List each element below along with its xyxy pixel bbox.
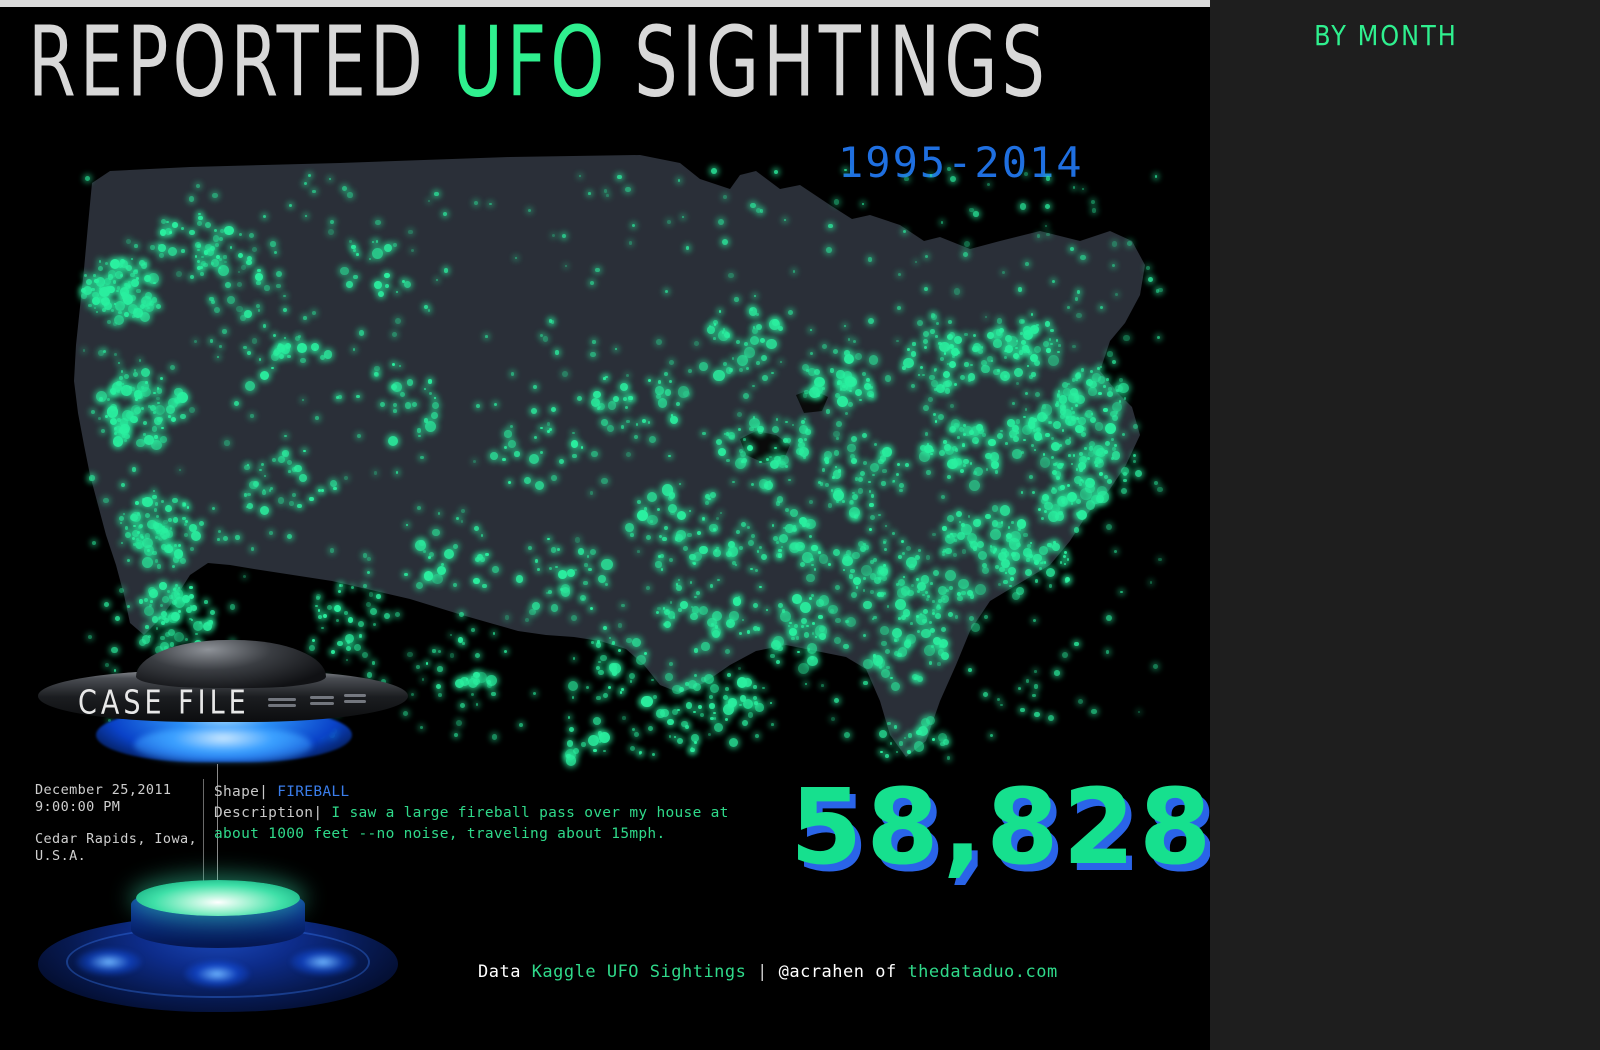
pedestal-lamp xyxy=(290,948,356,976)
case-time: 9:00:00 PM xyxy=(35,799,121,815)
case-description-row: Description| I saw a large fireball pass… xyxy=(214,803,774,824)
saucer-underglow-core xyxy=(134,728,312,762)
heatmaps-panel: BY MONTH JFMAMJJASOND 12am1am2am3am4am5a… xyxy=(1210,0,1600,1050)
footer-credits: Data Kaggle UFO Sightings | @acrahen of … xyxy=(478,962,1058,982)
case-country: U.S.A. xyxy=(35,848,87,864)
case-file-saucer: CASE FILE xyxy=(38,636,408,771)
title-suffix: SIGHTINGS xyxy=(608,6,1050,120)
saucer-vent xyxy=(310,696,334,699)
footer-website-link[interactable]: thedataduo.com xyxy=(907,962,1057,982)
description-line-1: I saw a large fireball pass over my hous… xyxy=(331,805,729,821)
saucer-dome xyxy=(136,640,326,688)
case-report: Shape| FIREBALL Description| I saw a lar… xyxy=(214,782,774,845)
description-label: Description| xyxy=(214,805,323,821)
case-meta: December 25,2011 9:00:00 PM Cedar Rapids… xyxy=(35,782,200,865)
saucer-vent xyxy=(310,702,334,705)
title-highlight: UFO xyxy=(452,6,609,120)
case-file-badge: CASE FILE xyxy=(78,684,250,722)
case-date: December 25,2011 xyxy=(35,782,172,798)
footer-separator: | xyxy=(746,962,779,982)
case-city: Cedar Rapids, Iowa, xyxy=(35,831,198,847)
pedestal-lamp xyxy=(184,960,250,988)
poster-panel: REPORTED UFO SIGHTINGS 1995-2014 CASE FI… xyxy=(0,0,1210,1050)
saucer-vent xyxy=(268,698,296,701)
page-title: REPORTED UFO SIGHTINGS xyxy=(28,8,1175,118)
footer-source: Kaggle UFO Sightings xyxy=(531,962,747,982)
pedestal-lamp xyxy=(76,948,142,976)
case-shape-row: Shape| FIREBALL xyxy=(214,782,774,803)
by-month-title: BY MONTH xyxy=(1314,19,1458,53)
total-sightings-count: 58,828 xyxy=(790,766,1210,888)
footer-author: @acrahen of xyxy=(778,962,908,982)
pedestal-saucer xyxy=(38,870,398,1020)
shape-value: FIREBALL xyxy=(277,784,350,800)
saucer-vent xyxy=(268,704,296,707)
shape-label: Shape| xyxy=(214,784,269,800)
title-prefix: REPORTED xyxy=(28,6,453,120)
infographic-root: REPORTED UFO SIGHTINGS 1995-2014 CASE FI… xyxy=(0,0,1600,1050)
description-line-2: about 1000 feet --no noise, traveling ab… xyxy=(214,826,666,842)
pedestal-glow-top xyxy=(136,880,300,916)
saucer-vent xyxy=(344,694,366,697)
saucer-vent xyxy=(344,700,366,703)
footer-data-label: Data xyxy=(478,962,532,982)
